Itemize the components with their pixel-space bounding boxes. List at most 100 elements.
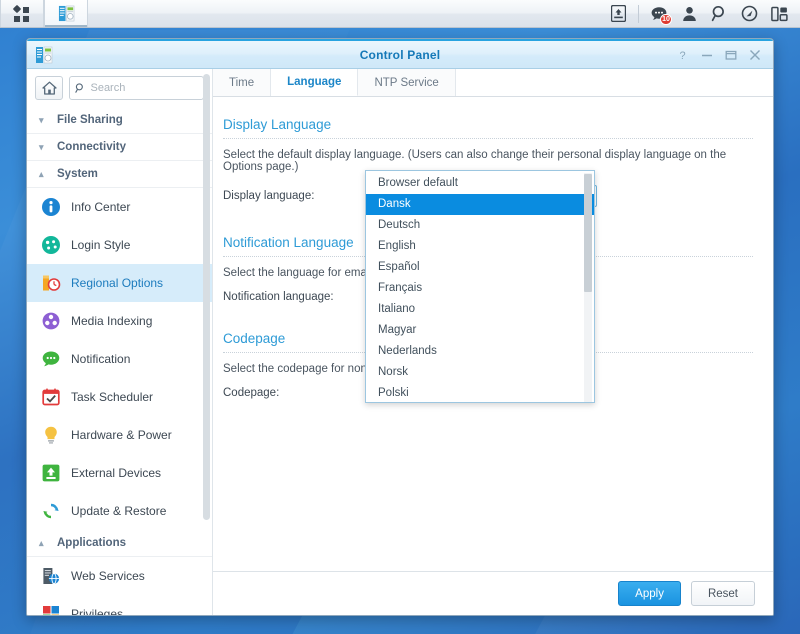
dropdown-option[interactable]: Norsk <box>366 362 594 383</box>
calendar-clock-icon <box>43 275 61 291</box>
sidebar-group-applications[interactable]: ▴ Applications <box>27 530 212 557</box>
codepage-label: Codepage: <box>223 387 280 399</box>
server-globe-icon <box>43 568 60 585</box>
window-titlebar[interactable]: Control Panel ? <box>27 39 773 69</box>
dropdown-option[interactable]: Nederlands <box>366 341 594 362</box>
sidebar-item-external-devices[interactable]: External Devices <box>27 454 212 492</box>
help-button[interactable]: ? <box>671 44 695 66</box>
chevron-up-icon: ▴ <box>39 537 44 548</box>
close-button[interactable] <box>743 44 767 66</box>
maximize-icon <box>725 50 737 60</box>
notification-language-label: Notification language: <box>223 291 334 303</box>
control-panel-task-button[interactable] <box>44 0 88 27</box>
film-reel-icon <box>42 312 60 330</box>
notifications-icon[interactable]: 10 <box>644 0 674 28</box>
sidebar-item-label: Info Center <box>71 200 131 214</box>
compass-icon <box>741 5 757 22</box>
sidebar-item-label: External Devices <box>71 466 162 480</box>
dropdown-option[interactable]: Deutsch <box>366 215 594 236</box>
close-icon <box>750 49 760 60</box>
tab-time[interactable]: Time <box>213 69 272 96</box>
dropdown-option[interactable]: Español <box>366 257 594 278</box>
sidebar-group-connectivity[interactable]: ▾ Connectivity <box>27 134 212 161</box>
person-icon <box>682 6 696 21</box>
chevron-up-icon: ▴ <box>39 168 44 179</box>
sidebar-item-label: Notification <box>71 352 131 366</box>
tab-language[interactable]: Language <box>271 69 359 96</box>
display-language-dropdown[interactable]: Browser default Dansk Deutsch English Es… <box>365 170 595 403</box>
sidebar-item-hardware-power[interactable]: Hardware & Power <box>27 416 212 454</box>
sidebar-group-file-sharing[interactable]: ▾ File Sharing <box>27 107 212 134</box>
search-field[interactable] <box>69 76 204 100</box>
search-icon <box>75 83 83 93</box>
sidebar-item-label: Media Indexing <box>71 314 153 328</box>
dropdown-option[interactable]: Browser default <box>366 173 594 194</box>
dropdown-scrollbar-thumb[interactable] <box>584 174 592 292</box>
control-panel-icon <box>58 5 74 22</box>
widgets-icon[interactable] <box>764 0 794 28</box>
sidebar-item-login-style[interactable]: Login Style <box>27 226 212 264</box>
sidebar-toolbar <box>27 69 212 107</box>
color-squares-icon <box>43 606 59 615</box>
svg-text:?: ? <box>679 50 685 61</box>
sidebar: ▾ File Sharing ▾ Connectivity ▴ System <box>27 69 213 615</box>
sidebar-item-notification[interactable]: Notification <box>27 340 212 378</box>
panels-icon <box>770 6 788 21</box>
chevron-down-icon: ▾ <box>39 141 44 152</box>
sidebar-item-regional-options[interactable]: Regional Options <box>27 264 212 302</box>
reset-button[interactable]: Reset <box>690 581 755 606</box>
sidebar-item-label: Web Services <box>71 569 145 583</box>
section-divider <box>223 138 753 139</box>
palette-icon <box>42 236 60 254</box>
dropdown-option[interactable]: Magyar <box>366 320 594 341</box>
tab-ntp-service[interactable]: NTP Service <box>358 69 456 96</box>
search-icon[interactable] <box>704 0 734 28</box>
user-account-icon[interactable] <box>674 0 704 28</box>
sidebar-item-task-scheduler[interactable]: Task Scheduler <box>27 378 212 416</box>
dropdown-option[interactable]: Polski <box>366 383 594 402</box>
question-mark-icon: ? <box>679 50 685 61</box>
grid-icon <box>12 4 30 22</box>
home-button[interactable] <box>35 76 63 100</box>
sidebar-item-label: Task Scheduler <box>71 390 154 404</box>
sidebar-item-label: Hardware & Power <box>71 428 172 442</box>
sidebar-item-info-center[interactable]: Info Center <box>27 188 212 226</box>
apply-button[interactable]: Apply <box>618 581 681 606</box>
upload-icon <box>610 5 626 22</box>
tab-bar: Time Language NTP Service <box>213 69 773 97</box>
sidebar-item-update-restore[interactable]: Update & Restore <box>27 492 212 530</box>
sidebar-item-label: Privileges <box>71 607 124 615</box>
help-icon[interactable] <box>734 0 764 28</box>
window-controls: ? <box>671 44 773 66</box>
apps-menu-button[interactable] <box>0 0 44 27</box>
sidebar-group-label: Applications <box>57 537 127 549</box>
sidebar-item-privileges[interactable]: Privileges <box>27 595 212 615</box>
upload-queue-icon[interactable] <box>603 0 633 28</box>
maximize-button[interactable] <box>719 44 743 66</box>
sidebar-group-system[interactable]: ▴ System <box>27 161 212 188</box>
sidebar-item-media-indexing[interactable]: Media Indexing <box>27 302 212 340</box>
sidebar-scrollbar[interactable] <box>203 74 210 520</box>
dropdown-option[interactable]: Français <box>366 278 594 299</box>
sidebar-item-label: Update & Restore <box>71 504 167 518</box>
dropdown-option-selected[interactable]: Dansk <box>366 194 594 215</box>
panel-footer: Apply Reset <box>213 571 773 615</box>
taskbar: 10 <box>0 0 800 28</box>
taskbar-divider <box>638 4 639 23</box>
sidebar-item-label: Login Style <box>71 238 131 252</box>
chat-bubble-icon <box>42 351 60 367</box>
sidebar-group-label: File Sharing <box>57 114 123 126</box>
minimize-icon <box>702 54 712 56</box>
taskbar-right-group: 10 <box>603 0 800 27</box>
sidebar-item-web-services[interactable]: Web Services <box>27 557 212 595</box>
home-icon <box>41 81 57 95</box>
taskbar-left-group <box>0 0 88 27</box>
dropdown-option[interactable]: Italiano <box>366 299 594 320</box>
chevron-down-icon: ▾ <box>39 114 44 125</box>
search-input[interactable] <box>90 82 198 94</box>
magnifier-icon <box>711 5 724 22</box>
dropdown-option[interactable]: English <box>366 236 594 257</box>
minimize-button[interactable] <box>695 44 719 66</box>
window-title: Control Panel <box>359 47 441 62</box>
eject-icon <box>42 464 60 482</box>
